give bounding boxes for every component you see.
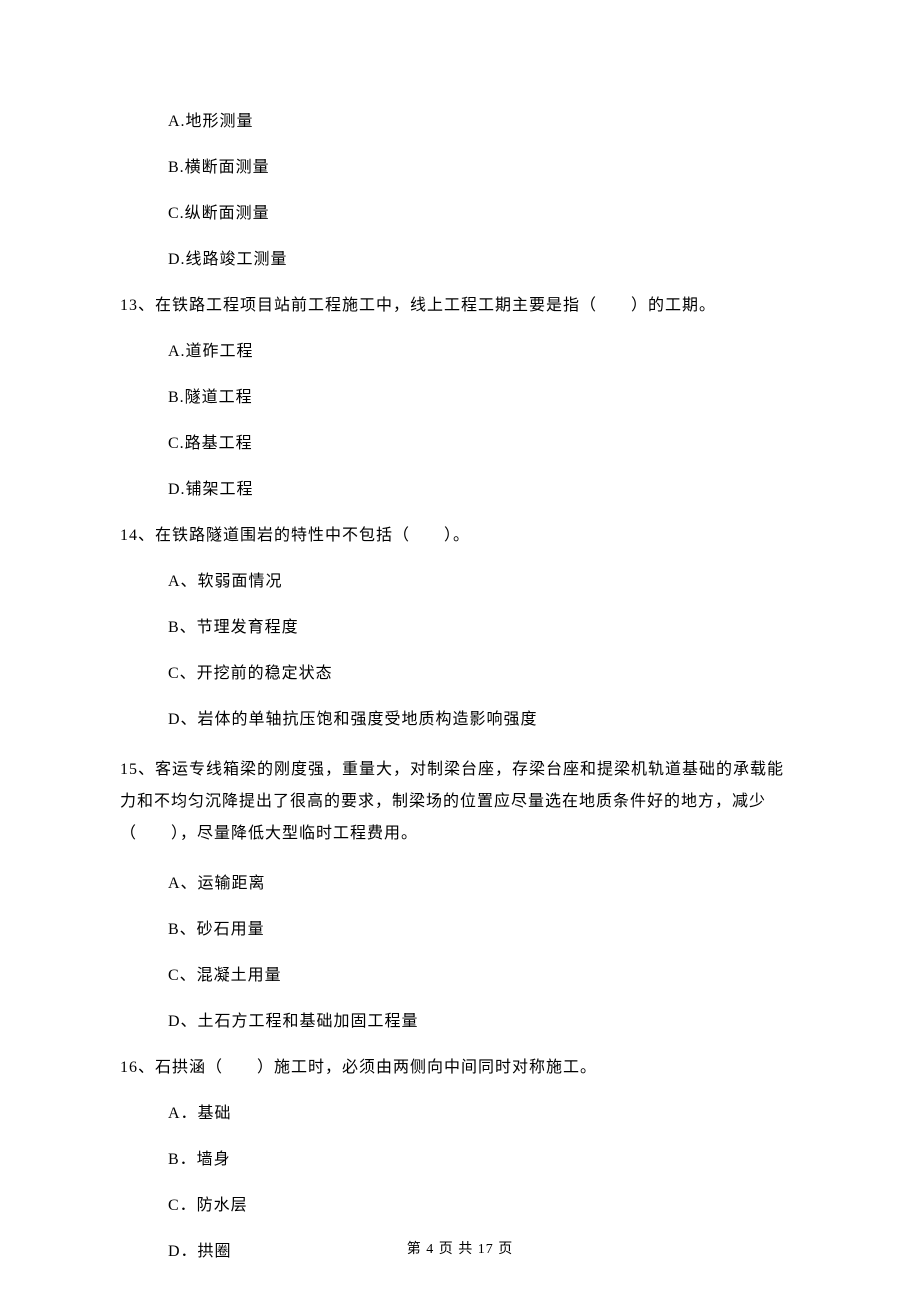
q16-option-b: B．墙身 xyxy=(168,1148,800,1172)
page-content: A.地形测量 B.横断面测量 C.纵断面测量 D.线路竣工测量 13、在铁路工程… xyxy=(0,0,920,1264)
q14-option-b: B、节理发育程度 xyxy=(168,616,800,640)
q16-option-c: C．防水层 xyxy=(168,1194,800,1218)
q12-option-c: C.纵断面测量 xyxy=(168,202,800,226)
q13-option-b: B.隧道工程 xyxy=(168,386,800,410)
q13-text: 13、在铁路工程项目站前工程施工中，线上工程工期主要是指（ ）的工期。 xyxy=(120,294,800,318)
q15-option-d: D、土石方工程和基础加固工程量 xyxy=(168,1010,800,1034)
q14-option-a: A、软弱面情况 xyxy=(168,570,800,594)
q14-text: 14、在铁路隧道围岩的特性中不包括（ ）。 xyxy=(120,524,800,548)
q13-option-c: C.路基工程 xyxy=(168,432,800,456)
q12-option-a: A.地形测量 xyxy=(168,110,800,134)
q15-option-a: A、运输距离 xyxy=(168,872,800,896)
q15-option-c: C、混凝土用量 xyxy=(168,964,800,988)
q12-option-b: B.横断面测量 xyxy=(168,156,800,180)
q14-option-c: C、开挖前的稳定状态 xyxy=(168,662,800,686)
q14-option-d: D、岩体的单轴抗压饱和强度受地质构造影响强度 xyxy=(168,708,800,732)
q15-text: 15、客运专线箱梁的刚度强，重量大，对制梁台座，存梁台座和提梁机轨道基础的承载能… xyxy=(120,754,800,850)
q16-option-a: A．基础 xyxy=(168,1102,800,1126)
q16-text: 16、石拱涵（ ）施工时，必须由两侧向中间同时对称施工。 xyxy=(120,1056,800,1080)
q15-option-b: B、砂石用量 xyxy=(168,918,800,942)
q13-option-d: D.铺架工程 xyxy=(168,478,800,502)
q13-option-a: A.道砟工程 xyxy=(168,340,800,364)
page-footer: 第 4 页 共 17 页 xyxy=(0,1239,920,1260)
q12-option-d: D.线路竣工测量 xyxy=(168,248,800,272)
